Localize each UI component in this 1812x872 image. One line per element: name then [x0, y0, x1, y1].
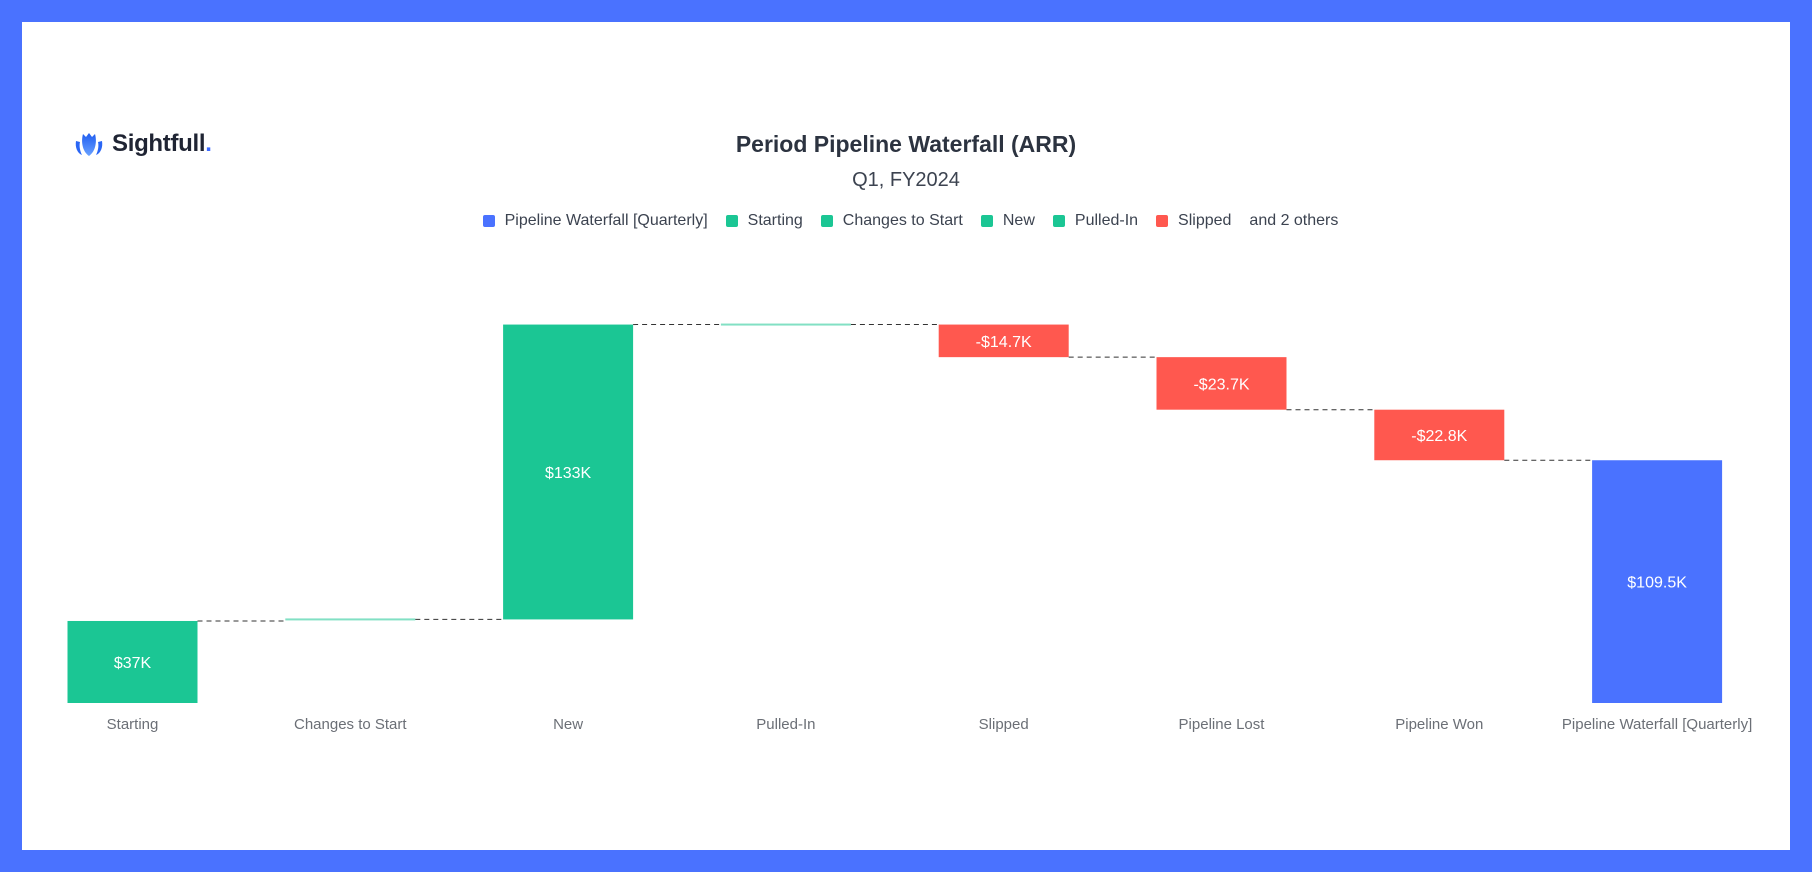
x-tick-label: New	[553, 716, 583, 733]
bar-pulled-in[interactable]	[720, 323, 851, 326]
data-label: $109.5K	[1627, 575, 1687, 592]
x-tick-label: Changes to Start	[294, 716, 407, 733]
x-tick-label: Slipped	[979, 716, 1029, 733]
waterfall-chart: $37K Starting Changes to Start $133K New Pull…	[67, 323, 1752, 733]
data-label: $133K	[545, 465, 592, 482]
x-tick-label: Pipeline Waterfall [Quarterly]	[1562, 716, 1752, 733]
data-label: -$23.7K	[1193, 376, 1249, 393]
data-label: -$14.7K	[976, 334, 1032, 351]
x-tick-label: Starting	[107, 716, 159, 733]
x-tick-label: Pulled-In	[756, 716, 815, 733]
bar-changes-to-start[interactable]	[285, 618, 416, 621]
x-tick-label: Pipeline Won	[1395, 716, 1483, 733]
data-label: -$22.8K	[1411, 428, 1467, 445]
data-label: $37K	[114, 655, 152, 672]
x-tick-label: Pipeline Lost	[1179, 716, 1266, 733]
